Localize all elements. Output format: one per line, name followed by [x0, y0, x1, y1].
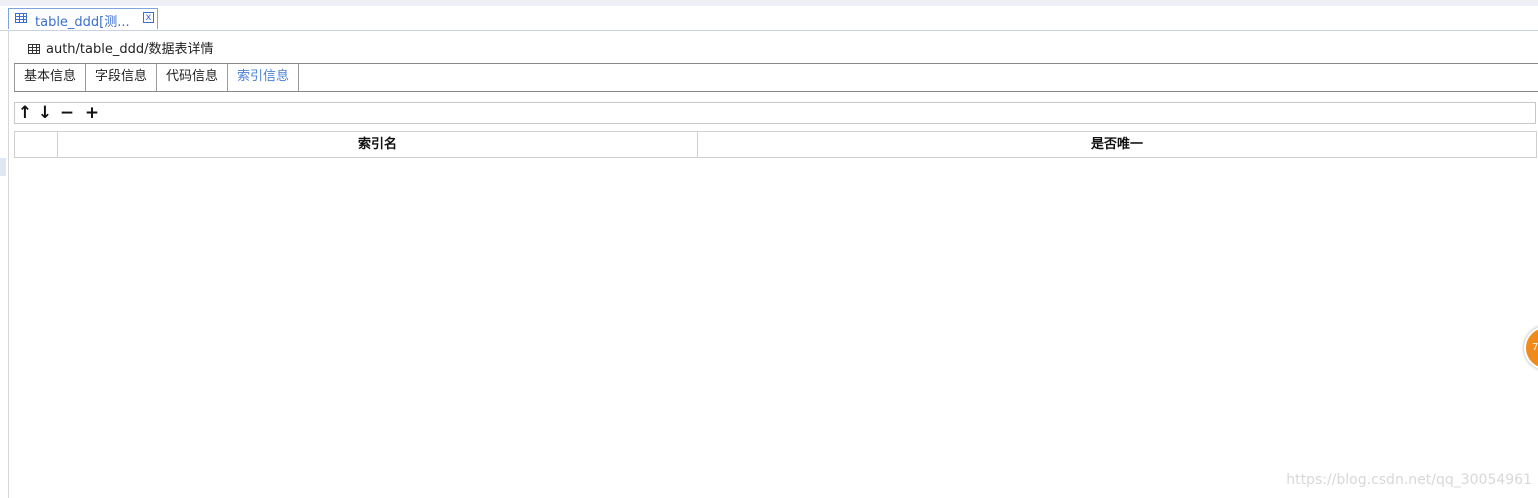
tab-field-info[interactable]: 字段信息: [85, 64, 156, 91]
tab-code-info[interactable]: 代码信息: [156, 64, 227, 91]
floating-assistant-button[interactable]: 74: [1524, 326, 1538, 370]
left-splitter-handle[interactable]: [0, 158, 6, 176]
watermark: https://blog.csdn.net/qq_30054961: [1286, 472, 1532, 488]
move-down-button[interactable]: ↓: [36, 104, 54, 122]
detail-tabs: 基本信息 字段信息 代码信息 索引信息: [14, 64, 300, 91]
breadcrumb-text: auth/table_ddd/数据表详情: [46, 42, 214, 57]
remove-row-button[interactable]: −: [58, 104, 76, 122]
left-border: [8, 31, 9, 498]
index-grid: 索引名 是否唯一: [14, 131, 1537, 158]
add-row-button[interactable]: +: [83, 104, 101, 122]
document-tab-bar: table_ddd[测... x: [0, 6, 1538, 31]
document-tab-title: table_ddd[测...: [35, 15, 130, 30]
grid-header-is-unique[interactable]: 是否唯一: [697, 132, 1536, 157]
table-icon: [15, 13, 27, 23]
grid-toolbar: ↑ ↓ − +: [14, 102, 1536, 124]
divider: [14, 91, 1538, 92]
move-up-button[interactable]: ↑: [16, 104, 34, 122]
tab-basic-info[interactable]: 基本信息: [14, 64, 85, 91]
grid-header-index-name[interactable]: 索引名: [57, 132, 697, 157]
breadcrumb: auth/table_ddd/数据表详情: [28, 38, 214, 57]
tab-index-info[interactable]: 索引信息: [227, 64, 300, 91]
document-tab[interactable]: table_ddd[测... x: [8, 8, 158, 30]
table-icon: [28, 44, 40, 54]
grid-header-rownum: [15, 132, 57, 157]
close-icon[interactable]: x: [143, 12, 154, 23]
